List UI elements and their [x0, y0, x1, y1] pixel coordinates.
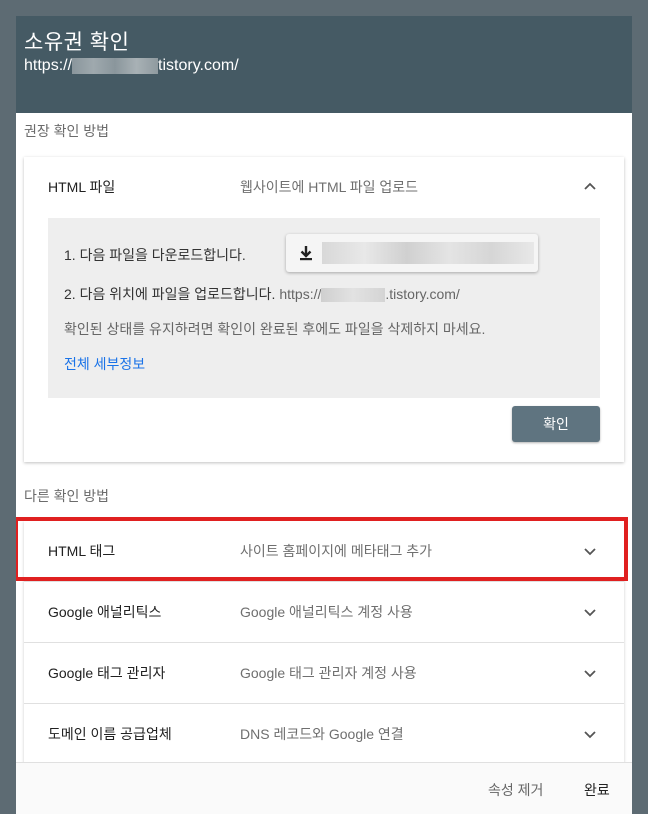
method-name: HTML 태그 — [48, 543, 116, 559]
dialog-title: 소유권 확인 — [24, 31, 130, 54]
other-methods-card: HTML 태그 사이트 홈페이지에 메타태그 추가 Google 애널리틱스 G… — [24, 521, 624, 781]
chevron-down-icon[interactable] — [580, 724, 600, 744]
remove-property-button[interactable]: 속성 제거 — [488, 780, 543, 800]
url-suffix: tistory.com/ — [158, 57, 239, 74]
download-icon — [298, 245, 314, 261]
step-upload-text: 2. 다음 위치에 파일을 업로드합니다. — [64, 286, 276, 302]
upload-url-prefix: https:// — [279, 286, 322, 302]
keep-file-note: 확인된 상태를 유지하려면 확인이 완료된 후에도 파일을 삭제하지 마세요. — [64, 321, 486, 337]
method-name: HTML 파일 — [48, 179, 116, 195]
recommended-method-card: HTML 파일 웹사이트에 HTML 파일 업로드 1. 다음 파일을 다운로드… — [24, 157, 624, 462]
chevron-up-icon[interactable] — [580, 177, 600, 197]
method-row-html-file[interactable]: HTML 파일 웹사이트에 HTML 파일 업로드 — [24, 157, 624, 217]
dialog-header: 소유권 확인 https:// tistory.com/ — [16, 16, 632, 113]
redacted-filename — [322, 242, 534, 264]
download-file-button[interactable] — [286, 234, 538, 272]
method-row-domain-provider[interactable]: 도메인 이름 공급업체 DNS 레코드와 Google 연결 — [24, 704, 624, 764]
instructions-panel: 1. 다음 파일을 다운로드합니다. 2. 다음 위치에 파일을 업로드합니다.… — [48, 218, 600, 398]
chevron-down-icon[interactable] — [580, 541, 600, 561]
method-row-google-analytics[interactable]: Google 애널리틱스 Google 애널리틱스 계정 사용 — [24, 582, 624, 642]
redacted-subdomain — [72, 58, 159, 74]
step-download: 1. 다음 파일을 다운로드합니다. — [64, 247, 246, 263]
other-methods-section-label: 다른 확인 방법 — [24, 488, 110, 504]
upload-url-suffix: .tistory.com/ — [385, 286, 460, 302]
done-button[interactable]: 완료 — [584, 780, 610, 800]
method-description: 웹사이트에 HTML 파일 업로드 — [240, 179, 419, 195]
confirm-button[interactable]: 확인 — [512, 406, 600, 442]
ownership-verification-dialog: 소유권 확인 https:// tistory.com/ 권장 확인 방법 HT… — [16, 16, 632, 814]
url-prefix: https:// — [24, 57, 73, 74]
method-description: Google 태그 관리자 계정 사용 — [240, 665, 417, 681]
method-description: 사이트 홈페이지에 메타태그 추가 — [240, 543, 432, 559]
chevron-down-icon[interactable] — [580, 602, 600, 622]
step-upload: 2. 다음 위치에 파일을 업로드합니다. https:// .tistory.c… — [64, 284, 460, 304]
method-description: DNS 레코드와 Google 연결 — [240, 726, 404, 742]
full-details-link[interactable]: 전체 세부정보 — [64, 354, 145, 374]
redacted-upload-subdomain — [321, 288, 386, 303]
method-description: Google 애널리틱스 계정 사용 — [240, 604, 413, 620]
chevron-down-icon[interactable] — [580, 663, 600, 683]
method-row-html-tag[interactable]: HTML 태그 사이트 홈페이지에 메타태그 추가 — [24, 521, 624, 581]
method-row-google-tag-manager[interactable]: Google 태그 관리자 Google 태그 관리자 계정 사용 — [24, 643, 624, 703]
recommended-section-label: 권장 확인 방법 — [24, 123, 110, 139]
method-name: Google 태그 관리자 — [48, 665, 166, 681]
method-name: 도메인 이름 공급업체 — [48, 726, 172, 742]
property-url: https:// tistory.com/ — [24, 57, 239, 75]
dialog-footer: 속성 제거 완료 — [16, 762, 632, 814]
method-name: Google 애널리틱스 — [48, 604, 162, 620]
